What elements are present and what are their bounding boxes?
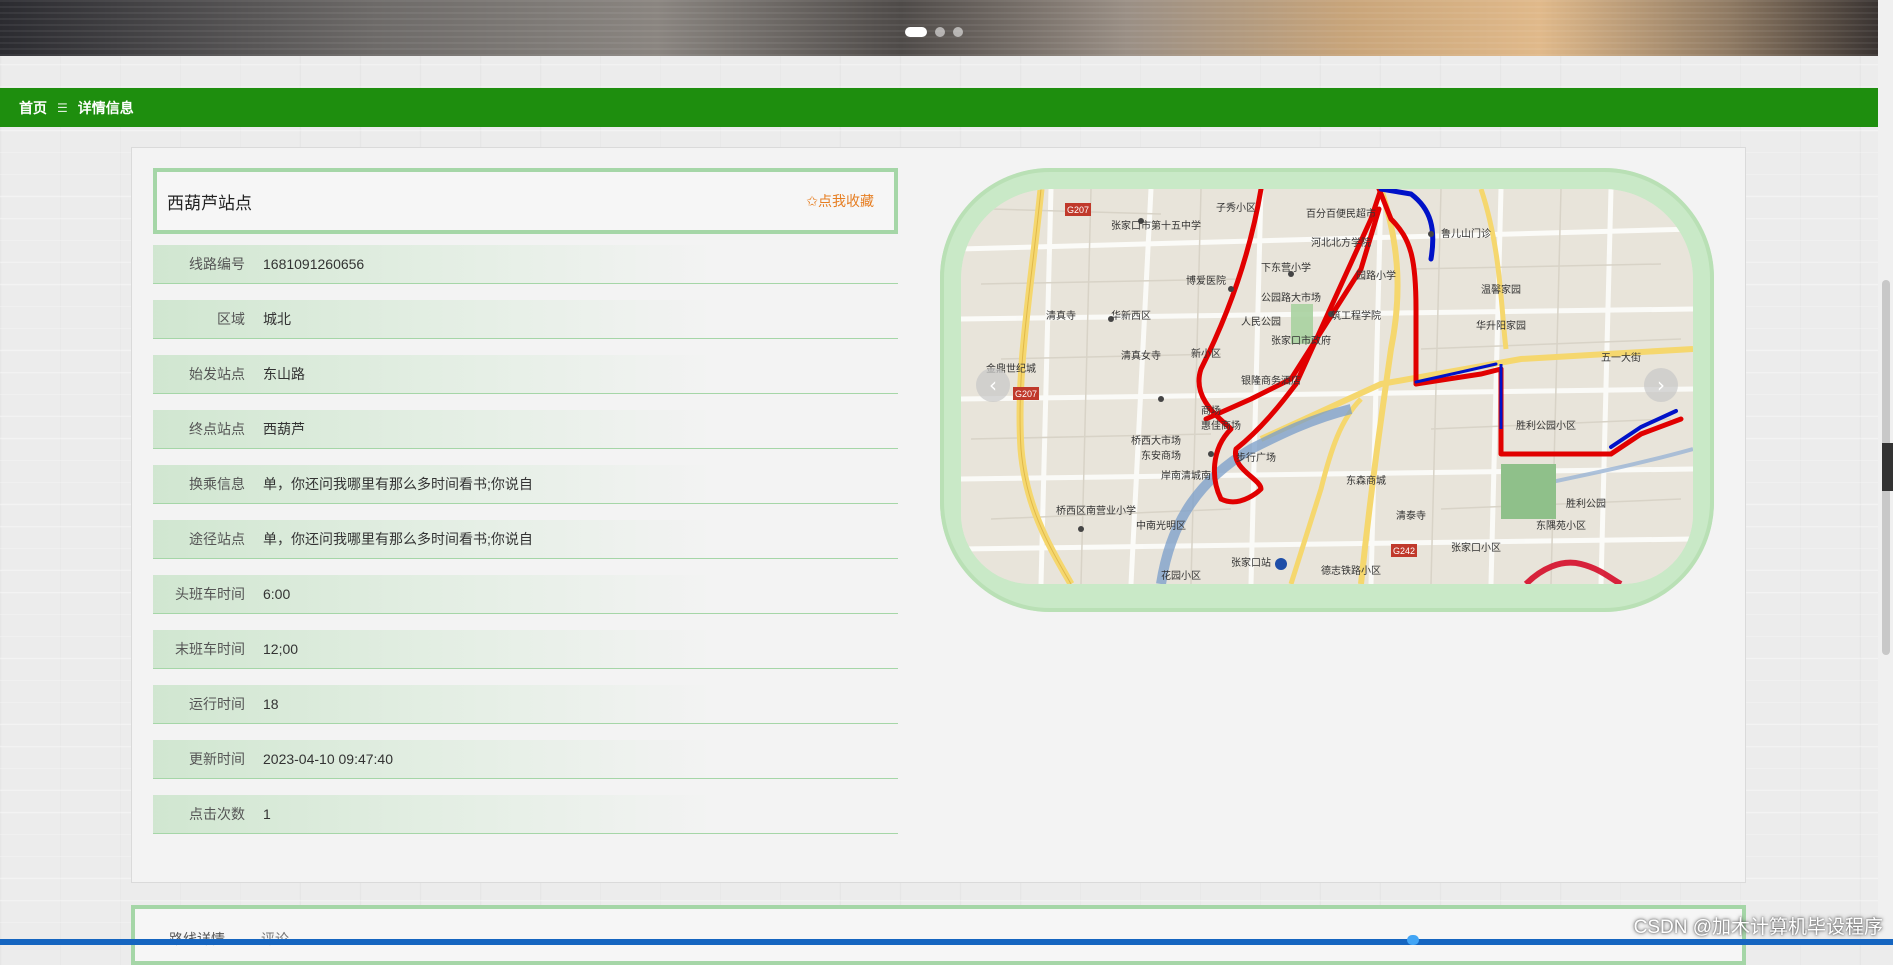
- field-label: 运行时间: [189, 696, 245, 712]
- field-label: 终点站点: [189, 421, 245, 437]
- map-label: 胜利公园: [1566, 498, 1606, 510]
- video-progress-bar[interactable]: [0, 939, 1893, 945]
- field-value: 12;00: [263, 641, 299, 657]
- map-label: 花园小区: [1161, 569, 1201, 582]
- detail-panel: 西葫芦站点 ✩点我收藏 线路编号 1681091260656 区域 城北 始发站…: [131, 147, 1746, 883]
- field-row-first-bus: 头班车时间 6:00: [153, 575, 898, 630]
- breadcrumb: 首页 ☰ 详情信息: [0, 88, 1878, 127]
- field-value: 1: [263, 806, 271, 822]
- field-label: 线路编号: [189, 256, 245, 272]
- map-label: 步行广场: [1236, 451, 1276, 464]
- banner-pagination: [905, 27, 963, 37]
- carousel-next-button[interactable]: ›: [1644, 368, 1678, 402]
- route-map: 子秀小区 张家口市第十五中学 百分百便民超市 鲁儿山门诊 河北北方学院 下东营小…: [961, 189, 1693, 584]
- map-label: 鲁儿山门诊: [1441, 227, 1491, 240]
- field-value: 城北: [263, 311, 291, 327]
- map-label: 华新西区: [1111, 309, 1151, 322]
- map-label: 五一大街: [1601, 351, 1641, 364]
- map-label: 张家口小区: [1451, 541, 1501, 554]
- field-row-area: 区域 城北: [153, 300, 898, 355]
- field-value: 18: [263, 696, 279, 712]
- field-row-via-stations: 途径站点 单，你还问我哪里有那么多时间看书;你说自: [153, 520, 898, 575]
- menu-icon: ☰: [57, 100, 68, 115]
- field-row-update-time: 更新时间 2023-04-10 09:47:40: [153, 740, 898, 795]
- field-row-run-time: 运行时间 18: [153, 685, 898, 740]
- field-value: 单，你还问我哪里有那么多时间看书;你说自: [263, 531, 533, 547]
- map-label: 张家口站: [1231, 556, 1271, 569]
- road-shield: G207: [1067, 205, 1089, 215]
- carousel-prev-button[interactable]: ‹: [976, 368, 1010, 402]
- map-label: 河北北方学院: [1311, 236, 1371, 249]
- map-label: 清真女寺: [1121, 349, 1161, 362]
- field-label: 始发站点: [189, 366, 245, 382]
- field-label: 换乘信息: [189, 476, 245, 492]
- map-label: 胜利公园小区: [1516, 420, 1576, 432]
- map-label: 清真寺: [1046, 309, 1076, 322]
- map-label: 新小区: [1191, 347, 1221, 360]
- breadcrumb-current: 详情信息: [77, 99, 134, 116]
- field-value: 西葫芦: [263, 421, 305, 437]
- map-label: 博爱医院: [1186, 274, 1226, 287]
- field-value: 2023-04-10 09:47:40: [263, 751, 393, 767]
- side-tab[interactable]: [1882, 443, 1893, 491]
- field-row-click-count: 点击次数 1: [153, 795, 898, 850]
- map-label: 园路小学: [1356, 269, 1396, 282]
- field-value: 单，你还问我哪里有那么多时间看书;你说自: [263, 476, 533, 492]
- map-label: 子秀小区: [1216, 202, 1256, 214]
- road-shield: G207: [1015, 389, 1037, 399]
- field-row-start-station: 始发站点 东山路: [153, 355, 898, 410]
- map-label: 东安商场: [1141, 449, 1181, 462]
- map-label: 百分百便民超市: [1306, 207, 1376, 220]
- field-value: 东山路: [263, 366, 305, 382]
- banner-dot-3[interactable]: [953, 27, 963, 37]
- route-map-image: 子秀小区 张家口市第十五中学 百分百便民超市 鲁儿山门诊 河北北方学院 下东营小…: [961, 189, 1693, 584]
- map-label: 银隆商务酒店: [1241, 374, 1301, 387]
- map-label: 筑工程学院: [1331, 309, 1381, 322]
- field-row-transfer-info: 换乘信息 单，你还问我哪里有那么多时间看书;你说自: [153, 465, 898, 520]
- route-detail-section: 路线详情 评论: [131, 905, 1746, 965]
- map-label: 张家口市第十五中学: [1111, 219, 1201, 232]
- field-label: 头班车时间: [175, 586, 245, 602]
- breadcrumb-home-link[interactable]: 首页: [0, 98, 47, 118]
- field-label: 区域: [217, 311, 245, 327]
- banner-dot-1[interactable]: [905, 27, 927, 37]
- detail-field-list: 线路编号 1681091260656 区域 城北 始发站点 东山路 终点站点 西…: [153, 245, 898, 850]
- map-label: 惠佳商场: [1201, 419, 1241, 432]
- progress-handle[interactable]: [1407, 935, 1419, 945]
- map-label: 人民公园: [1241, 316, 1281, 328]
- field-label: 点击次数: [189, 806, 245, 822]
- map-label: 公园路大市场: [1261, 291, 1321, 304]
- map-label: 桥西区南营业小学: [1056, 504, 1136, 517]
- watermark: CSDN @加木计算机毕设程序: [1633, 917, 1883, 938]
- map-label: 张家口市政府: [1271, 334, 1331, 347]
- map-label: 清泰寺: [1396, 509, 1426, 522]
- field-label: 末班车时间: [175, 641, 245, 657]
- map-label: 岸南清城南: [1161, 469, 1211, 482]
- detail-title-box: 西葫芦站点 ✩点我收藏: [153, 168, 898, 234]
- map-label: 德志铁路小区: [1321, 564, 1381, 577]
- road-shield: G242: [1393, 546, 1415, 556]
- map-label: 桥西大市场: [1131, 434, 1181, 447]
- banner-dot-2[interactable]: [935, 27, 945, 37]
- field-label: 途径站点: [189, 531, 245, 547]
- field-row-last-bus: 末班车时间 12;00: [153, 630, 898, 685]
- map-label: 中南光明区: [1136, 519, 1186, 532]
- map-label: 华升阳家园: [1476, 319, 1526, 332]
- map-label: 东隅苑小区: [1536, 519, 1586, 532]
- map-label: 东森商城: [1346, 474, 1386, 487]
- page-title: 西葫芦站点: [167, 193, 252, 213]
- map-label: 商场: [1201, 404, 1221, 417]
- field-value: 1681091260656: [263, 256, 365, 272]
- field-value: 6:00: [263, 586, 291, 602]
- map-label: 下东营小学: [1261, 261, 1311, 274]
- field-row-end-station: 终点站点 西葫芦: [153, 410, 898, 465]
- field-row-route-id: 线路编号 1681091260656: [153, 245, 898, 300]
- favorite-button[interactable]: ✩点我收藏: [806, 191, 874, 211]
- field-label: 更新时间: [189, 751, 245, 767]
- image-carousel: 子秀小区 张家口市第十五中学 百分百便民超市 鲁儿山门诊 河北北方学院 下东营小…: [940, 168, 1714, 612]
- map-label: 温馨家园: [1481, 283, 1521, 296]
